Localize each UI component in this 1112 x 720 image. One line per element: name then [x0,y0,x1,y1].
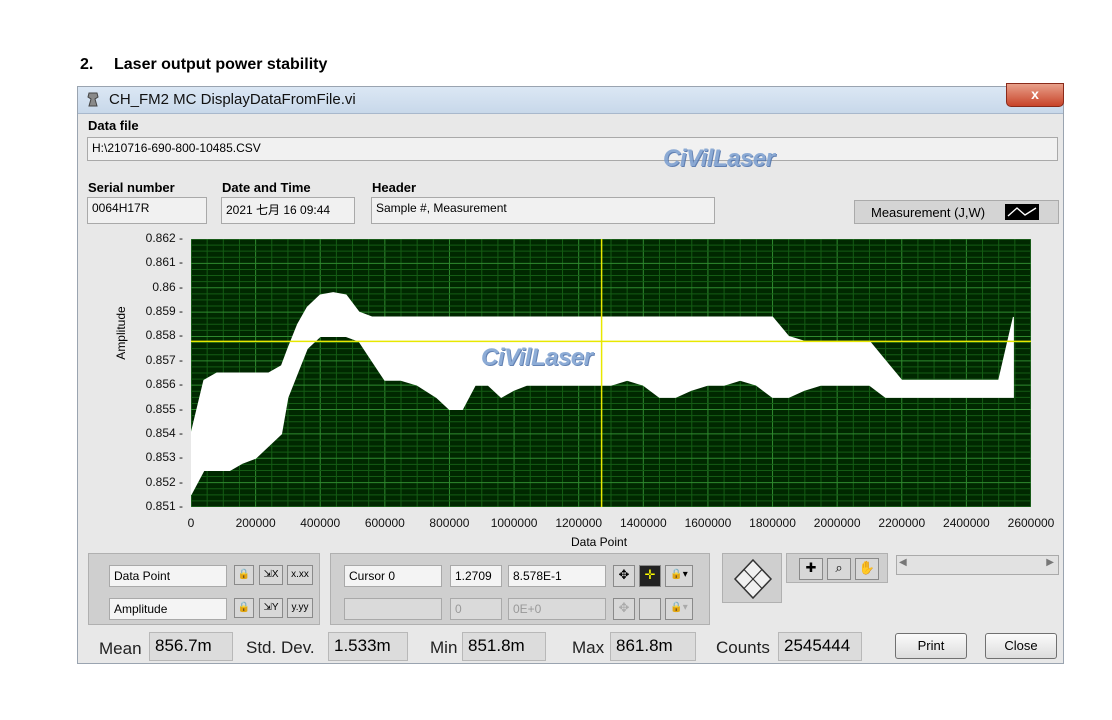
y-tick-label: 0.855 - [145,401,183,416]
zoom-tool-icon[interactable]: ⌕ [827,558,851,580]
std-dev-label: Std. Dev. [246,638,315,657]
cursor-x-field-2[interactable]: 0 [450,598,502,620]
cursor-style-icon-2[interactable] [639,598,661,620]
counts-label: Counts [716,638,770,657]
print-button[interactable]: Print [895,633,967,659]
cursor-mover-pad[interactable] [722,553,782,603]
cursor-lock-icon[interactable]: 🔒▾ [665,565,693,587]
window-title: CH_FM2 MC DisplayDataFromFile.vi [109,91,356,108]
y-tick-label: 0.86 - [152,279,183,294]
x-autoscale-button[interactable]: ⇲X [259,565,283,585]
max-label: Max [572,638,605,657]
y-tick-label: 0.852 - [145,474,183,489]
date-time-label: Date and Time [222,180,311,195]
y-autoscale-button[interactable]: ⇲Y [259,598,283,618]
y-tick-label: 0.858 - [145,328,183,343]
cursor-name-field[interactable]: Cursor 0 [344,565,442,587]
y-tick-label: 0.859 - [145,304,183,319]
legend-line-icon [1005,204,1039,220]
app-window: CH_FM2 MC DisplayDataFromFile.vi x Data … [77,83,1064,664]
graph-palette: ✚ ⌕ ✋ [786,553,888,583]
section-number: 2. [80,56,94,73]
data-file-label: Data file [88,118,139,133]
data-file-field[interactable]: H:\210716-690-800-10485.CSV [87,137,1058,161]
min-label: Min [430,638,458,657]
x-axis-name-field[interactable]: Data Point [109,565,227,587]
pan-hand-icon[interactable]: ✋ [855,558,879,580]
cursor-move-icon-2[interactable]: ✥ [613,598,635,620]
section-heading: 2. Laser output power stability [80,56,327,74]
y-lock-icon[interactable]: 🔒 [234,598,254,618]
std-dev-value: 1.533m [328,632,408,661]
y-tick-label: 0.861 - [145,255,183,270]
plot-svg [191,239,1031,507]
vi-icon [86,91,100,108]
y-axis-name-field[interactable]: Amplitude [109,598,227,620]
scroll-left-icon[interactable]: ◀ [899,557,907,568]
legend-label: Measurement (J,W) [871,205,986,220]
y-tick-label: 0.854 - [145,425,183,440]
plot-legend[interactable]: Measurement (J,W) [854,200,1059,224]
x-lock-icon[interactable]: 🔒 [234,565,254,585]
max-value: 861.8m [610,632,696,661]
header-field[interactable]: Sample #, Measurement [371,197,715,224]
mean-label: Mean [99,639,142,658]
x-format-button[interactable]: x.xx [287,565,313,585]
y-tick-label: 0.856 - [145,377,183,392]
horizontal-scrollbar[interactable]: ◀ ▶ [896,555,1059,575]
crosshair-tool-icon[interactable]: ✚ [799,558,823,580]
mean-value: 856.7m [149,632,233,661]
cursor-lock-icon-2[interactable]: 🔒▾ [665,598,693,620]
diamond-pad-icon [733,558,773,600]
cursor-panel: Cursor 0 1.2709 8.578E-1 ✥ ✛ 🔒▾ 0 0E+0 ✥… [330,553,710,625]
x-axis-label: Data Point [571,535,628,549]
min-value: 851.8m [462,632,546,661]
x-tick-label: 2600000 [1007,516,1055,530]
cursor-style-icon[interactable]: ✛ [639,565,661,587]
cursor-x-field[interactable]: 1.2709 [450,565,502,587]
title-bar: CH_FM2 MC DisplayDataFromFile.vi x [78,83,1064,114]
window-close-button[interactable]: x [1006,83,1064,107]
watermark-logo: CiVilLaser [663,145,775,172]
cursor-y-field[interactable]: 8.578E-1 [508,565,606,587]
cursor-name-field-2[interactable] [344,598,442,620]
close-button[interactable]: Close [985,633,1057,659]
section-title: Laser output power stability [114,56,328,73]
counts-value: 2545444 [778,632,862,661]
y-tick-label: 0.857 - [145,352,183,367]
y-tick-label: 0.851 - [145,499,183,513]
header-label: Header [372,180,417,195]
y-format-button[interactable]: y.yy [287,598,313,618]
serial-number-label: Serial number [88,180,175,195]
plot-area[interactable]: CiVilLaser [191,239,1031,507]
serial-number-field[interactable]: 0064H17R [87,197,207,224]
axis-scale-panel: Data Point 🔒 ⇲X x.xx Amplitude 🔒 ⇲Y y.yy [88,553,320,625]
cursor-move-icon[interactable]: ✥ [613,565,635,587]
y-tick-label: 0.862 - [145,231,183,245]
date-time-field[interactable]: 2021 七月 16 09:44 [221,197,355,224]
scroll-right-icon[interactable]: ▶ [1046,557,1054,568]
cursor-y-field-2[interactable]: 0E+0 [508,598,606,620]
plot-watermark: CiVilLaser [481,344,593,371]
y-tick-label: 0.853 - [145,450,183,465]
